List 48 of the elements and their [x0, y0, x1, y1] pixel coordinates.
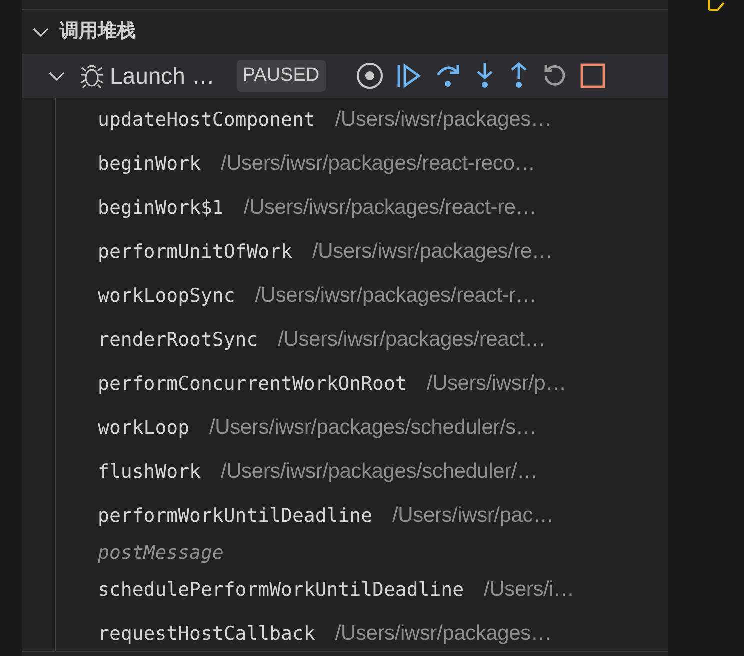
stack-frame[interactable]: performUnitOfWork /Users/iwsr/packages/re…	[22, 230, 668, 274]
file-path: /Users/iwsr/packages/react…	[278, 327, 546, 354]
stop-icon[interactable]	[580, 63, 606, 89]
function-name: flushWork	[98, 460, 201, 485]
stack-frame[interactable]: requestHostCallback /Users/iwsr/packages…	[22, 612, 668, 651]
function-name: performConcurrentWorkOnRoot	[98, 372, 407, 397]
frame-label: postMessage	[98, 540, 224, 566]
status-badge: PAUSED	[236, 60, 326, 92]
file-path: /Users/i…	[484, 577, 574, 604]
stack-frame[interactable]: updateHostComponent /Users/iwsr/packages…	[22, 98, 668, 142]
stack-frame[interactable]: workLoop /Users/iwsr/packages/scheduler/s…	[22, 406, 668, 450]
record-icon[interactable]	[356, 62, 384, 90]
file-path: /Users/iwsr/packages/react-re…	[244, 195, 537, 222]
chevron-icon[interactable]	[48, 70, 66, 82]
chevron-icon[interactable]	[32, 26, 50, 38]
function-name: workLoopSync	[98, 284, 236, 309]
stack-frame[interactable]: performWorkUntilDeadline /Users/iwsr/pac…	[22, 494, 668, 538]
file-path: /Users/iwsr/packages…	[335, 621, 552, 648]
session-row[interactable]: Launch … PAUSED	[22, 54, 668, 98]
bug-icon	[80, 63, 104, 89]
function-name: schedulePerformWorkUntilDeadline	[98, 578, 464, 603]
function-name: performUnitOfWork	[98, 240, 292, 265]
continue-icon[interactable]	[396, 63, 422, 89]
file-path: /Users/iwsr/packages/react-r…	[255, 283, 537, 310]
function-name: beginWork$1	[98, 196, 224, 221]
stack-frame[interactable]: workLoopSync /Users/iwsr/packages/react-r…	[22, 274, 668, 318]
section-header[interactable]: 调用堆栈	[22, 10, 668, 54]
file-path: /Users/iwsr/pac…	[392, 503, 554, 530]
function-name: performWorkUntilDeadline	[98, 504, 373, 529]
function-name: workLoop	[98, 416, 190, 441]
file-path: /Users/iwsr/packages/scheduler/s…	[210, 415, 537, 442]
function-name: requestHostCallback	[98, 622, 316, 647]
stack-frame[interactable]: flushWork /Users/iwsr/packages/scheduler/…	[22, 450, 668, 494]
function-name: renderRootSync	[98, 328, 258, 353]
function-name: beginWork	[98, 152, 201, 177]
file-path: /Users/iwsr/packages…	[335, 107, 552, 134]
file-path: /Users/iwsr/packages/re…	[312, 239, 553, 266]
file-path: /Users/iwsr/packages/react-reco…	[220, 151, 536, 178]
section-title: 调用堆栈	[60, 20, 136, 44]
stack-frame[interactable]: schedulePerformWorkUntilDeadline /Users/i…	[22, 568, 668, 612]
stack-frame[interactable]: renderRootSync /Users/iwsr/packages/react…	[22, 318, 668, 362]
stack-frame[interactable]: beginWork$1 /Users/iwsr/packages/react-re…	[22, 186, 668, 230]
file-path: /Users/iwsr/packages/scheduler/…	[220, 459, 538, 486]
session-name: Launch …	[110, 62, 215, 91]
function-name: updateHostComponent	[98, 108, 316, 133]
stack-frame[interactable]: performConcurrentWorkOnRoot /Users/iwsr/p…	[22, 362, 668, 406]
stack-frame[interactable]: beginWork /Users/iwsr/packages/react-reco…	[22, 142, 668, 186]
file-path: /Users/iwsr/p…	[426, 371, 566, 398]
